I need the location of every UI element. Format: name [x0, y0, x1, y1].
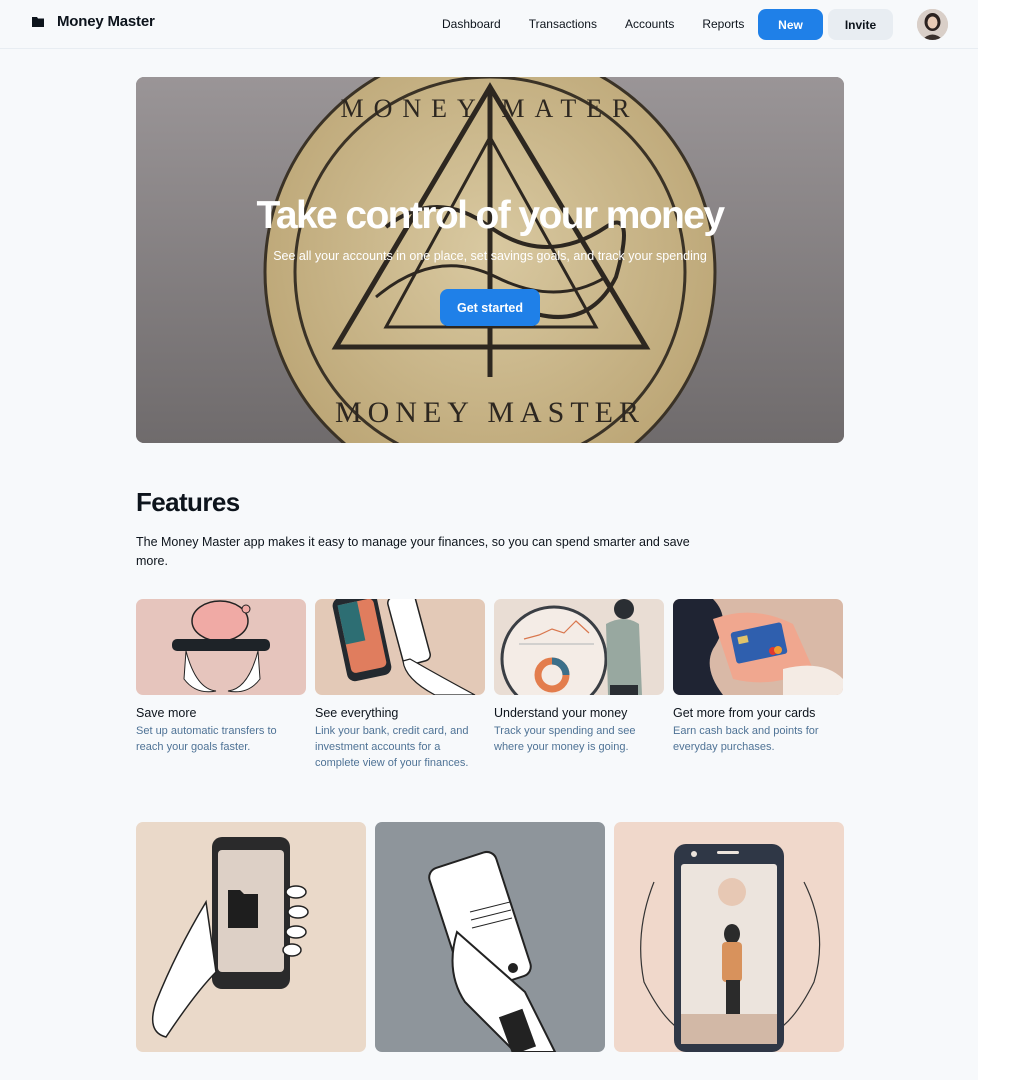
features-description: The Money Master app makes it easy to ma…: [136, 535, 690, 568]
new-button[interactable]: New: [758, 9, 823, 40]
user-avatar-icon: [917, 9, 948, 40]
main-nav: Dashboard Transactions Accounts Reports: [442, 17, 744, 31]
top-nav-bar: Money Master Dashboard Transactions Acco…: [0, 0, 978, 49]
charts-analysis-illustration: [494, 599, 664, 695]
hero-subtitle: See all your accounts in one place, set …: [273, 249, 707, 263]
gallery-tile-phone-folder[interactable]: [136, 822, 366, 1052]
feature-card-cards-rewards[interactable]: Get more from your cards Earn cash back …: [673, 599, 843, 755]
window-edge: [978, 0, 1011, 1080]
feature-card-save-more[interactable]: Save more Set up automatic transfers to …: [136, 599, 306, 755]
gallery-tile-phone-person[interactable]: [614, 822, 844, 1052]
feature-description: Track your spending and see where your m…: [494, 725, 636, 753]
nav-reports[interactable]: Reports: [702, 17, 744, 31]
nav-dashboard[interactable]: Dashboard: [442, 17, 501, 31]
brand-title: Money Master: [57, 13, 155, 30]
hero-banner: MONEY MASTER MONEY MATER Take control of…: [136, 77, 844, 443]
credit-card-illustration: [673, 599, 843, 695]
nav-transactions[interactable]: Transactions: [529, 17, 597, 31]
gallery-tile-phone-hand[interactable]: [375, 822, 605, 1052]
page: Money Master Dashboard Transactions Acco…: [0, 0, 978, 1080]
get-started-button[interactable]: Get started: [440, 289, 540, 326]
feature-description: Link your bank, credit card, and investm…: [315, 725, 469, 769]
phone-folder-illustration: [136, 822, 366, 1052]
features-heading: Features: [136, 487, 240, 517]
feature-title: Get more from your cards: [673, 706, 816, 720]
feature-card-see-everything[interactable]: See everything Link your bank, credit ca…: [315, 599, 485, 771]
invite-button[interactable]: Invite: [828, 9, 893, 40]
folder-logo-icon: [32, 16, 44, 27]
brand[interactable]: Money Master: [31, 13, 155, 30]
feature-card-understand-money[interactable]: Understand your money Track your spendin…: [494, 599, 664, 755]
nav-accounts[interactable]: Accounts: [625, 17, 674, 31]
hero-content: Take control of your money See all your …: [136, 77, 844, 443]
phone-in-hand-illustration: [315, 599, 485, 695]
feature-title: Understand your money: [494, 706, 628, 720]
phone-hand-illustration: [375, 822, 605, 1052]
piggy-bank-illustration: [136, 599, 306, 695]
feature-description: Set up automatic transfers to reach your…: [136, 725, 277, 753]
phone-person-illustration: [614, 822, 844, 1052]
feature-title: Save more: [136, 706, 197, 720]
avatar[interactable]: [917, 9, 948, 40]
hero-title: Take control of your money: [256, 194, 726, 237]
feature-title: See everything: [315, 706, 399, 720]
feature-description: Earn cash back and points for everyday p…: [673, 725, 819, 753]
